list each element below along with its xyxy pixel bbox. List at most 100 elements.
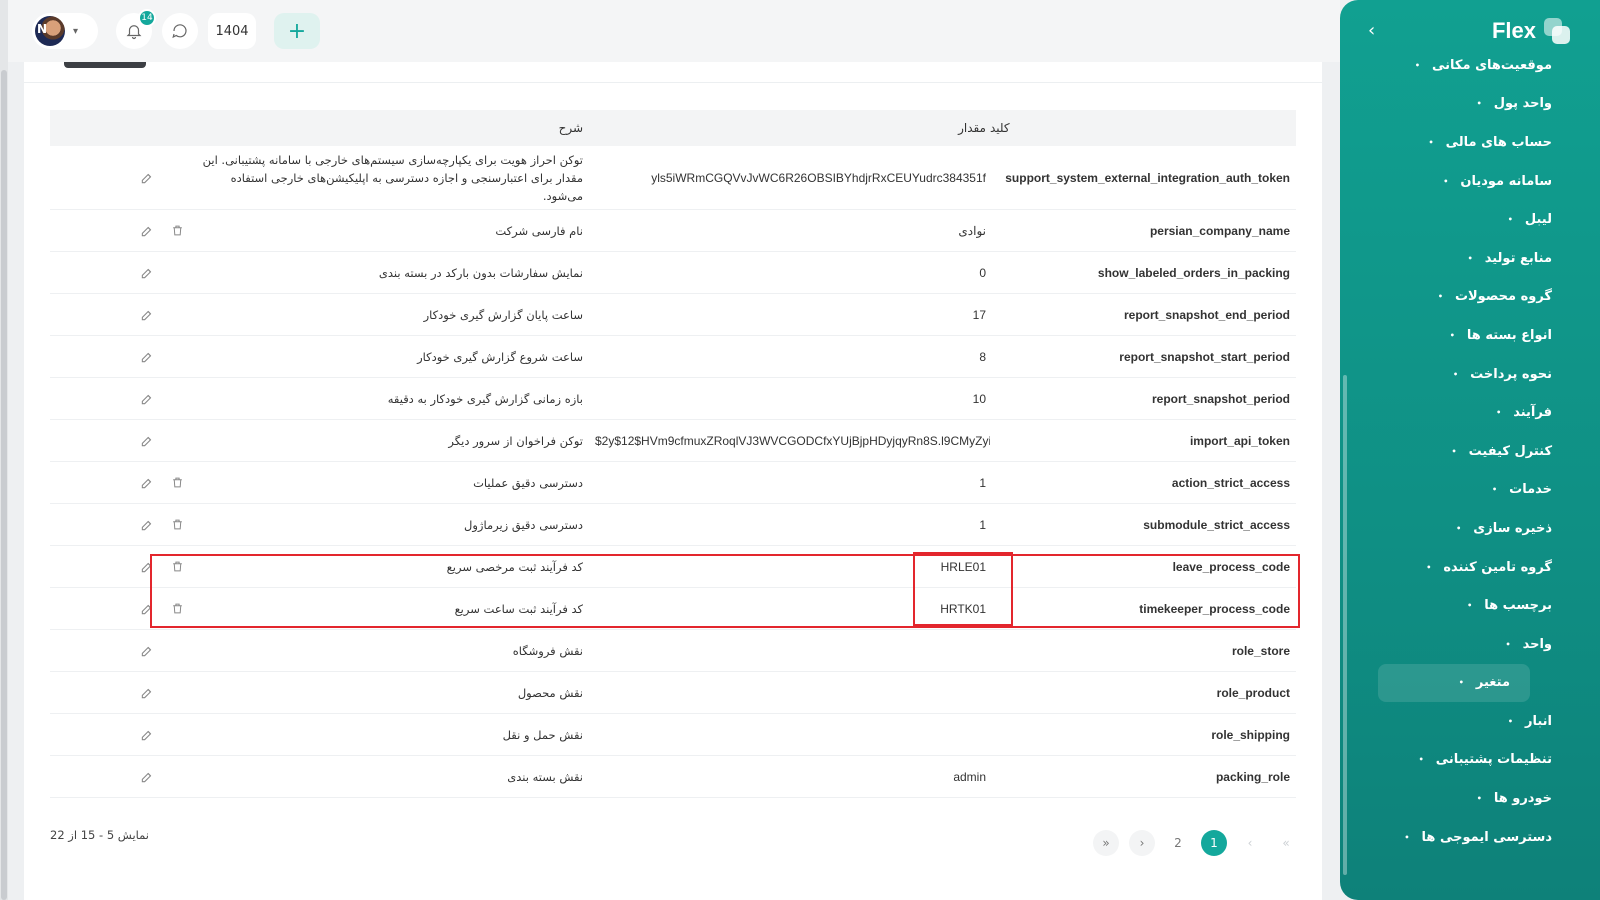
sidebar-item[interactable]: کنترل کیفیت • (1350, 432, 1600, 471)
edit-icon[interactable] (139, 517, 155, 533)
bullet-icon: • (1467, 601, 1473, 611)
row-key: role_store (1231, 643, 1290, 658)
sidebar-item[interactable]: دسترسی ایموجی ها • (1350, 818, 1600, 857)
chat-button[interactable] (162, 13, 198, 49)
sidebar-item-label: خودرو ها (1493, 791, 1552, 807)
row-key: report_snapshot_start_period (1119, 349, 1290, 364)
row-key: packing_role (1215, 769, 1290, 784)
avatar: N (35, 16, 65, 46)
sidebar-item[interactable]: انواع بسته ها • (1350, 316, 1600, 355)
chat-icon (172, 24, 187, 39)
sidebar-item[interactable]: گروه محصولات • (1350, 278, 1600, 317)
highlight-rows-box (150, 554, 1300, 628)
sidebar-item[interactable]: واحد • (1350, 625, 1600, 664)
page-scrollbar-thumb[interactable] (1, 70, 7, 900)
edit-icon[interactable] (139, 433, 155, 449)
page-scrollbar[interactable] (0, 0, 8, 900)
topbar: N ▾ 14 1404 + (8, 0, 1340, 62)
brand-name: Flex (1491, 18, 1536, 43)
bullet-icon: • (1451, 446, 1457, 456)
trash-icon[interactable] (169, 517, 185, 533)
notifications-button[interactable]: 14 (116, 9, 156, 49)
trash-icon[interactable] (169, 475, 185, 491)
sidebar-item[interactable]: خدمات • (1350, 471, 1600, 510)
add-button[interactable]: + (274, 13, 320, 49)
sidebar-item[interactable]: لیبل • (1350, 200, 1600, 239)
row-description: ساعت شروع گزارش گیری خودکار (417, 349, 583, 364)
sidebar-item[interactable]: واحد پول • (1350, 85, 1600, 124)
edit-icon[interactable] (139, 223, 155, 239)
sidebar-item[interactable]: موقعیت‌های مکانی • (1350, 46, 1600, 85)
sidebar-item-label: منابع تولید (1484, 250, 1552, 266)
bullet-icon: • (1426, 562, 1432, 572)
edit-icon[interactable] (139, 685, 155, 701)
sidebar-item-label: لیبل (1524, 212, 1552, 228)
page-2-button[interactable]: 2 (1165, 830, 1191, 856)
sidebar: ‹ Flex موقعیت‌های مکانی • واحد پول • حساب ها… (1340, 0, 1600, 900)
header-value[interactable]: مقدار (595, 121, 990, 135)
page-1-button[interactable]: 1 (1201, 830, 1227, 856)
last-page-button[interactable]: » (1093, 830, 1119, 856)
sidebar-item[interactable]: برچسب ها • (1350, 586, 1600, 625)
table-row: role_product نقش محصول (50, 672, 1296, 714)
sidebar-item[interactable]: فرآیند • (1350, 393, 1600, 432)
row-key: role_product (1216, 685, 1290, 700)
table-row: report_snapshot_start_period 8 ساعت شروع گ… (50, 336, 1296, 378)
sidebar-item[interactable]: تنظیمات پشتیبانی • (1350, 741, 1600, 780)
bullet-icon: • (1456, 523, 1462, 533)
chevron-down-icon: ▾ (73, 25, 79, 37)
next-page-button[interactable]: › (1129, 830, 1155, 856)
row-key: import_api_token (1189, 433, 1290, 448)
row-description: توکن فراخوان از سرور دیگر (448, 433, 583, 448)
edit-icon[interactable] (139, 391, 155, 407)
edit-icon[interactable] (139, 170, 155, 186)
user-menu[interactable]: N ▾ (32, 13, 98, 49)
sidebar-item[interactable]: انبار • (1350, 702, 1600, 741)
row-actions (50, 475, 193, 491)
edit-icon[interactable] (139, 307, 155, 323)
sidebar-item[interactable]: خودرو ها • (1350, 779, 1600, 818)
sidebar-item[interactable]: منابع تولید • (1350, 239, 1600, 278)
sidebar-scrollbar[interactable] (1343, 375, 1347, 875)
table-row: report_snapshot_period 10 بازه زمانی گزارش… (50, 378, 1296, 420)
row-actions (50, 517, 193, 533)
sidebar-item-label: گروه محصولات (1454, 289, 1552, 305)
year-selector[interactable]: 1404 (208, 13, 256, 49)
edit-icon[interactable] (139, 475, 155, 491)
edit-icon[interactable] (139, 643, 155, 659)
row-actions (50, 391, 193, 407)
header-key[interactable]: کلید (990, 121, 1296, 135)
row-actions (50, 769, 193, 785)
bullet-icon: • (1458, 678, 1464, 688)
table-row: import_api_token $2y$12$HVm9cfmuxZRoqlVJ3… (50, 420, 1296, 462)
brand: Flex (1492, 18, 1570, 44)
sidebar-item[interactable]: گروه تامین کننده • (1350, 548, 1600, 587)
edit-icon[interactable] (139, 265, 155, 281)
prev-page-button[interactable]: ‹ (1237, 830, 1263, 856)
edit-icon[interactable] (139, 349, 155, 365)
sidebar-item[interactable]: سامانه مودیان • (1350, 162, 1600, 201)
sidebar-item[interactable]: حساب های مالی • (1350, 123, 1600, 162)
sidebar-item[interactable]: متغیر • (1378, 663, 1530, 703)
header-description[interactable]: شرح (193, 119, 595, 137)
row-value: 8 (979, 349, 986, 364)
sidebar-item-label: ذخیره سازی (1473, 520, 1552, 536)
bullet-icon: • (1476, 794, 1482, 804)
edit-icon[interactable] (139, 769, 155, 785)
pagination-summary: نمایش 5 - 15 از 22 (50, 828, 150, 842)
first-page-button[interactable]: « (1273, 830, 1299, 856)
sidebar-item[interactable]: ذخیره سازی • (1350, 509, 1600, 548)
row-description: بازه زمانی گزارش گیری خودکار به دقیقه (387, 391, 583, 406)
row-actions (50, 433, 193, 449)
row-description: نمایش سفارشات بدون بارکد در بسته بندی (378, 265, 583, 280)
edit-icon[interactable] (139, 727, 155, 743)
sidebar-item[interactable]: نحوه پرداخت • (1350, 355, 1600, 394)
chevron-left-icon[interactable]: ‹ (1368, 20, 1375, 41)
trash-icon[interactable] (169, 223, 185, 239)
logo-icon (1544, 18, 1570, 44)
row-value: 0 (979, 265, 986, 280)
